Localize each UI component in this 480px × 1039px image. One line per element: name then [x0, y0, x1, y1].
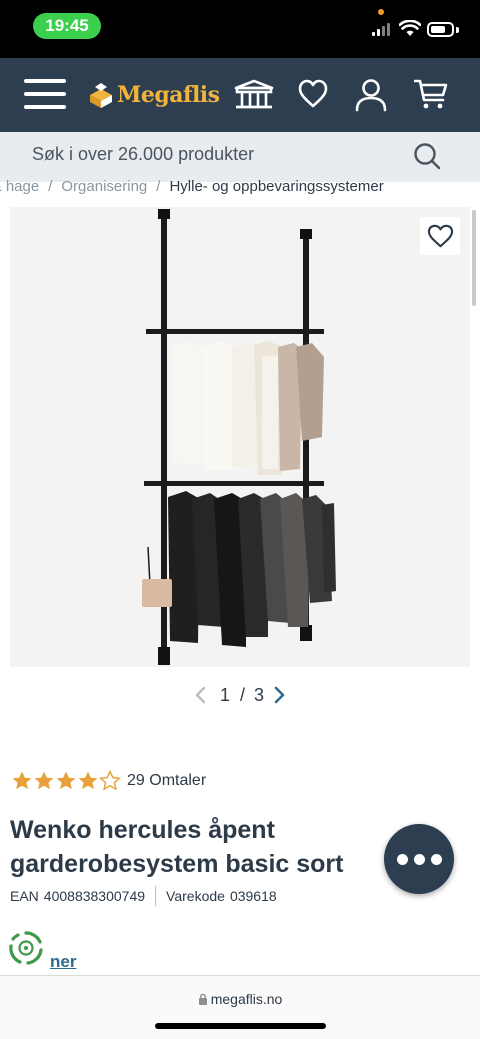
- pager-current: 1: [220, 685, 231, 705]
- scrollbar[interactable]: [472, 210, 476, 306]
- breadcrumb-item[interactable]: s & hage: [0, 178, 39, 195]
- url-text: megaflis.no: [210, 991, 283, 1007]
- browser-url-bar[interactable]: megaflis.no: [0, 975, 480, 1039]
- status-bar: 19:45: [0, 0, 480, 58]
- store-icon[interactable]: [234, 78, 274, 110]
- wifi-icon: [399, 20, 421, 36]
- brand-name: Megaflis: [117, 82, 220, 108]
- site-header: Megaflis: [0, 58, 480, 132]
- product-image[interactable]: [10, 207, 470, 667]
- user-icon[interactable]: [355, 78, 387, 112]
- star-rating: [11, 770, 121, 792]
- status-time: 19:45: [33, 13, 101, 39]
- lock-icon: [198, 993, 207, 1005]
- sku-value: 039618: [229, 888, 277, 904]
- product-title: Wenko hercules åpent garderobesystem bas…: [10, 816, 344, 878]
- breadcrumb-current[interactable]: Hylle- og oppbevaringssystemer: [169, 178, 383, 195]
- recycle-icon: [9, 931, 43, 965]
- home-indicator[interactable]: [155, 1023, 326, 1029]
- reviews-count[interactable]: 29 Omtaler: [127, 772, 206, 790]
- heart-outline-icon: [427, 224, 454, 248]
- sustainability-link[interactable]: ner: [50, 952, 76, 972]
- brand-logo[interactable]: Megaflis: [88, 78, 220, 112]
- heart-icon[interactable]: [298, 78, 328, 110]
- search-input[interactable]: [32, 144, 392, 165]
- breadcrumb: s & hage/Organisering/Hylle- og oppbevar…: [0, 176, 480, 200]
- ean-label: EAN: [10, 888, 39, 904]
- pager-total: 3: [254, 685, 265, 705]
- more-options-button[interactable]: [384, 824, 454, 894]
- star-filled-icon: [12, 771, 32, 790]
- star-filled-icon: [78, 771, 98, 790]
- favorite-button[interactable]: [420, 217, 460, 255]
- hamburger-menu-button[interactable]: [24, 79, 66, 111]
- battery-icon: [427, 22, 454, 37]
- clothes-rack-image: [10, 207, 470, 667]
- search-icon[interactable]: [413, 142, 441, 170]
- star-filled-icon: [34, 771, 54, 790]
- chevron-left-icon[interactable]: [194, 686, 206, 704]
- ean-value: 4008838300749: [43, 888, 146, 904]
- logo-mark-icon: [90, 83, 112, 108]
- product-codes: EAN 4008838300749 Varekode 039618: [10, 886, 277, 906]
- search-bar: [0, 132, 480, 182]
- star-filled-icon: [56, 771, 76, 790]
- recording-indicator: [378, 9, 384, 15]
- rating[interactable]: 29 Omtaler: [11, 770, 206, 792]
- pager-separator: /: [240, 685, 246, 705]
- chevron-right-icon[interactable]: [274, 686, 286, 704]
- url-display[interactable]: megaflis.no: [0, 991, 480, 1007]
- star-empty-icon: [99, 770, 121, 791]
- cart-icon[interactable]: [414, 78, 448, 110]
- signal-icon: [372, 22, 392, 36]
- sku-label: Varekode: [166, 888, 225, 904]
- breadcrumb-item[interactable]: Organisering: [61, 178, 147, 195]
